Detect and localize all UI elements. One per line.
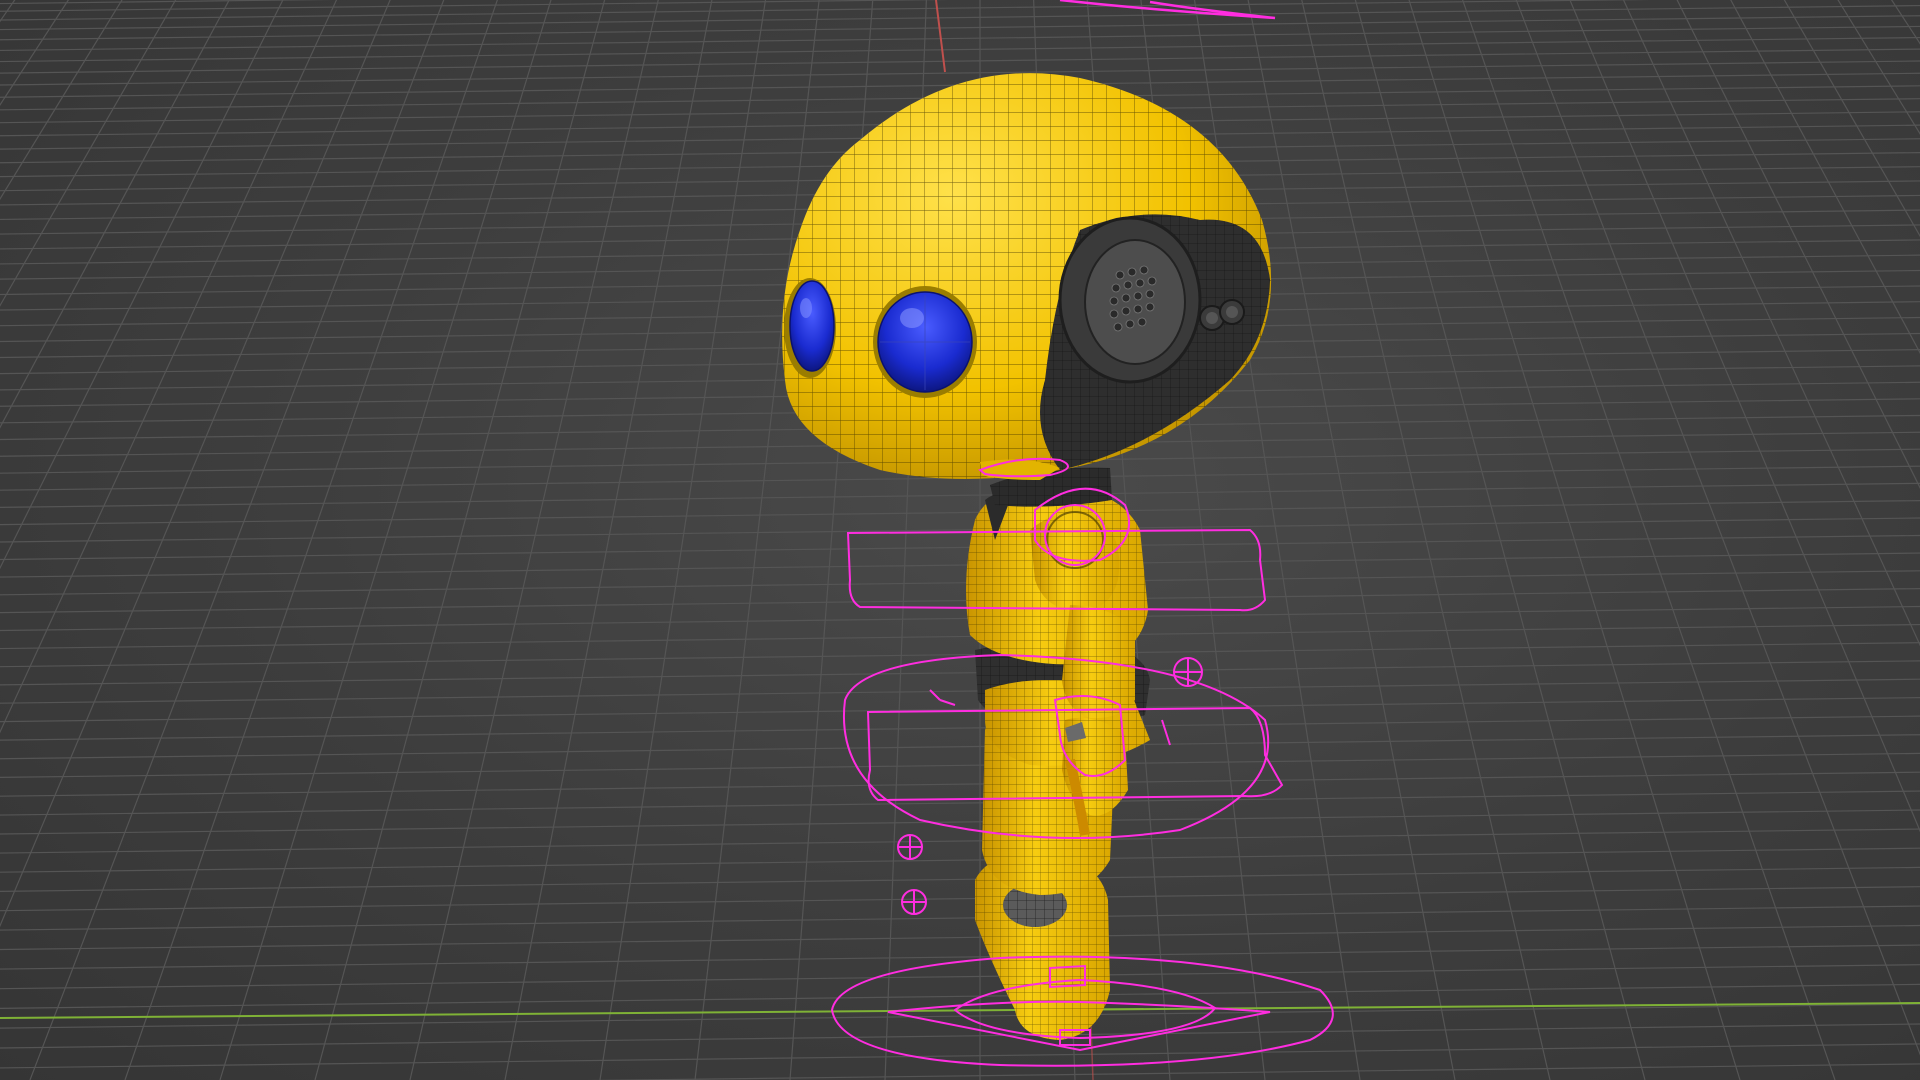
grid-line [0,924,1920,951]
grid-line [0,809,1920,835]
grid-line [1890,0,1920,45]
grid-line [219,0,552,1080]
grid-line [0,15,1920,41]
robot-eye-right[interactable] [873,286,977,398]
grid-line [0,752,1920,779]
grid-line [504,0,713,1080]
grid-line [0,828,1920,854]
grid-line [1569,0,1920,833]
grid-line [314,0,606,1080]
grid-line [1622,0,1920,647]
grid-line [1730,0,1920,355]
grid-line [0,866,1920,893]
grid-line [0,905,1920,931]
grid-line [0,944,1920,970]
grid-line [694,0,820,1080]
grid-line [0,534,1920,561]
grid-line [586,1063,1920,1080]
grid-line [0,678,1920,704]
robot-character[interactable] [782,73,1272,1040]
grid-line [0,605,1920,632]
grid-line [0,36,1920,63]
grid-line [409,0,659,1080]
grid-line [0,623,1920,650]
grid-line [0,697,1920,723]
grid-line [1247,0,1456,1080]
grid-line [0,588,1920,614]
grid-line [0,552,1920,578]
robot-eye-left[interactable] [784,278,836,378]
grid-line [0,1043,1920,1069]
grid-line [0,570,1920,596]
grid-line [0,48,1920,74]
robot-head[interactable] [782,73,1272,480]
3d-viewport[interactable] [0,0,1920,1080]
grid-line [0,734,1920,760]
grid-line [1462,0,1836,1080]
rig-pivot-right-hip[interactable] [1173,657,1203,687]
grid-line [0,0,335,5]
grid-line [0,25,1920,52]
rig-pivot-ankle[interactable] [901,889,927,915]
grid-line [0,964,1920,990]
grid-line [0,771,1920,797]
grid-line [0,660,1920,686]
grid-line [0,790,1920,816]
grid-line [0,1023,1920,1049]
grid-line [0,60,1920,86]
rig-pivot-knee[interactable] [897,834,923,860]
grid-line [0,642,1920,668]
grid-line [0,847,1920,873]
grid-line [1783,0,1920,238]
grid-line [599,0,767,1080]
grid-line [0,886,1920,912]
viewport-canvas[interactable] [0,0,1920,1080]
